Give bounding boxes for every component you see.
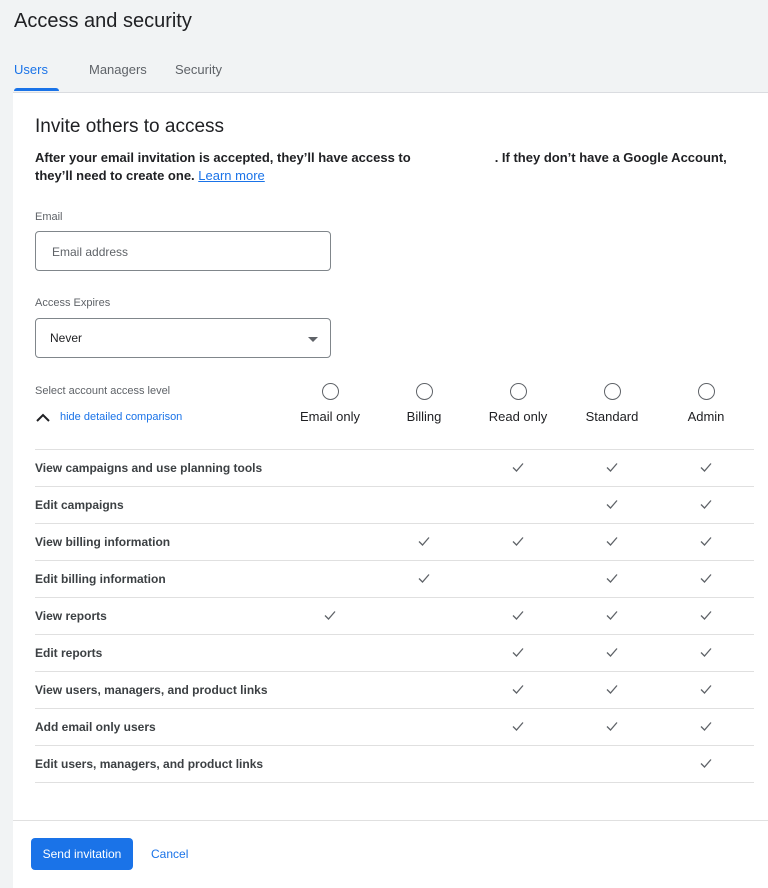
permission-label: View reports [35, 609, 107, 623]
table-row: Edit reports [35, 635, 754, 672]
permission-label: View campaigns and use planning tools [35, 461, 263, 475]
check-icon [700, 611, 712, 620]
access-expires-value: Never [50, 331, 83, 345]
email-label: Email [35, 211, 63, 223]
check-icon [700, 759, 712, 768]
check-icon [700, 722, 712, 731]
hide-comparison-toggle[interactable]: hide detailed comparison [35, 409, 182, 425]
permissions-table: View campaigns and use planning tools Edi… [35, 449, 754, 783]
access-level-label-billing: Billing [406, 409, 442, 424]
check-icon [700, 685, 712, 694]
check-icon [700, 574, 712, 583]
check-icon [418, 574, 430, 583]
table-row: Edit campaigns [35, 487, 754, 524]
tab-users[interactable]: Users [14, 58, 48, 82]
check-icon [606, 685, 618, 694]
check-icon [606, 648, 618, 657]
table-row: View campaigns and use planning tools [35, 450, 754, 487]
access-level-read-only: Read only [478, 383, 558, 424]
access-level-admin: Admin [666, 383, 746, 424]
radio-read-only[interactable] [509, 383, 527, 400]
table-row: View billing information [35, 524, 754, 561]
permission-label: Edit billing information [35, 572, 166, 586]
tab-managers[interactable]: Managers [89, 58, 147, 82]
check-icon [606, 611, 618, 620]
invite-card: Invite others to access After your email… [13, 92, 768, 888]
radio-standard[interactable] [603, 383, 621, 400]
check-icon [512, 722, 524, 731]
access-level-label: Select account access level [35, 385, 171, 397]
check-icon [418, 537, 430, 546]
radio-email-only[interactable] [321, 383, 339, 400]
dropdown-arrow-icon [308, 337, 318, 342]
access-expires-label: Access Expires [35, 297, 111, 309]
check-icon [512, 648, 524, 657]
send-invitation-button[interactable]: Send invitation [31, 838, 133, 870]
check-icon [606, 722, 618, 731]
access-level-label-standard: Standard [585, 409, 639, 424]
check-icon [512, 463, 524, 472]
permission-label: Edit reports [35, 646, 103, 660]
access-level-standard: Standard [572, 383, 652, 424]
invite-desc-text-1: After your email invitation is accepted,… [35, 150, 411, 165]
check-icon [606, 463, 618, 472]
access-expires-select[interactable]: Never [35, 318, 331, 358]
radio-billing[interactable] [415, 383, 433, 400]
check-icon [606, 574, 618, 583]
invite-description: After your email invitation is accepted,… [35, 149, 735, 185]
check-icon [700, 648, 712, 657]
active-tab-indicator [14, 88, 59, 91]
check-icon [512, 537, 524, 546]
check-icon [512, 611, 524, 620]
learn-more-link[interactable]: Learn more [198, 168, 264, 183]
table-row: View reports [35, 598, 754, 635]
check-icon [512, 685, 524, 694]
permission-label: Edit users, managers, and product links [35, 757, 264, 771]
permission-label: Edit campaigns [35, 498, 124, 512]
invite-title: Invite others to access [35, 116, 225, 137]
access-level-email-only: Email only [290, 383, 370, 424]
check-icon [700, 500, 712, 509]
check-icon [700, 463, 712, 472]
footer-divider [13, 820, 768, 821]
radio-admin[interactable] [697, 383, 715, 400]
access-level-label-admin: Admin [687, 409, 725, 424]
check-icon [606, 500, 618, 509]
permission-label: View users, managers, and product links [35, 683, 268, 697]
hide-comparison-label: hide detailed comparison [60, 411, 183, 423]
access-level-label-read-only: Read only [488, 409, 548, 424]
table-row: View users, managers, and product links [35, 672, 754, 709]
check-icon [700, 537, 712, 546]
email-field-box [35, 231, 331, 272]
permission-label: Add email only users [35, 720, 156, 734]
table-row: Edit billing information [35, 561, 754, 598]
chevron-up-icon [36, 413, 50, 422]
page-title: Access and security [14, 10, 192, 32]
check-icon [606, 537, 618, 546]
access-level-billing: Billing [384, 383, 464, 424]
cancel-button[interactable]: Cancel [151, 838, 188, 870]
tab-security[interactable]: Security [175, 58, 222, 82]
permission-label: View billing information [35, 535, 171, 549]
table-row: Add email only users [35, 709, 754, 746]
access-level-label-email-only: Email only [300, 409, 360, 424]
email-field[interactable] [50, 232, 314, 272]
check-icon [324, 611, 336, 620]
table-row: Edit users, managers, and product links [35, 746, 754, 783]
